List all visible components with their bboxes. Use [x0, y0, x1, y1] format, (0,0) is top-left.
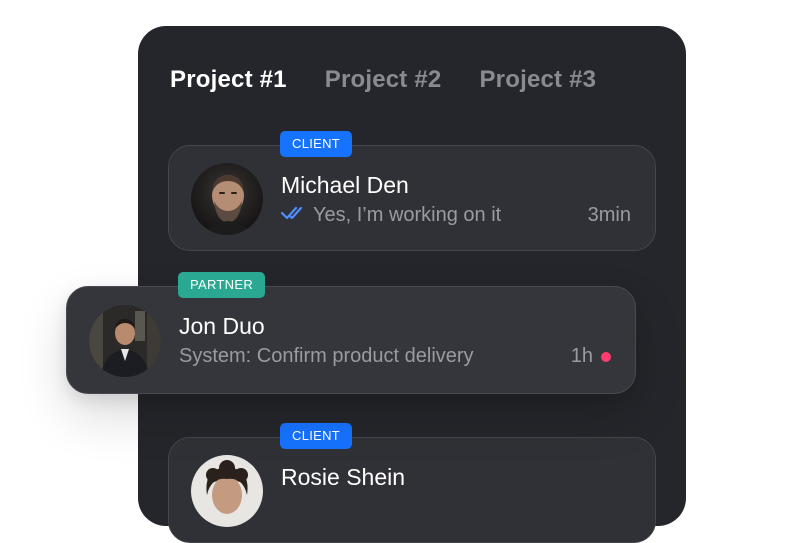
conversation-card-jon-duo[interactable]: PARTNER Jon Duo System: Confirm product …	[66, 272, 636, 394]
conversation-card-rosie-shein[interactable]: CLIENT Rosie Shein	[168, 423, 656, 543]
contact-name: Jon Duo	[179, 313, 265, 339]
time-text: 1h	[570, 345, 593, 367]
tab-project-1[interactable]: Project #1	[170, 66, 287, 94]
contact-name: Michael Den	[281, 172, 409, 198]
message-text: System: Confirm product delivery	[179, 345, 474, 367]
client-badge: CLIENT	[280, 423, 353, 449]
client-badge: CLIENT	[280, 131, 353, 157]
message-time: 3min	[588, 204, 631, 227]
time-text: 3min	[587, 204, 631, 226]
message-time: 1h	[571, 345, 611, 368]
last-message: Yes, I’m working on it	[280, 204, 502, 227]
last-message: System: Confirm product delivery	[179, 345, 474, 368]
tab-project-3[interactable]: Project #3	[479, 66, 596, 94]
unread-dot	[601, 351, 611, 362]
tab-project-2[interactable]: Project #2	[325, 66, 442, 94]
partner-badge: PARTNER	[178, 272, 266, 298]
conversation-card-michael-den[interactable]: CLIENT Michael Den Yes, I’m working on i…	[168, 131, 656, 251]
avatar	[89, 305, 161, 377]
message-text: Yes, I’m working on it	[313, 204, 502, 226]
avatar	[191, 455, 263, 527]
project-tabs: Project #1 Project #2 Project #3	[170, 66, 596, 94]
contact-name: Rosie Shein	[281, 464, 406, 490]
avatar	[191, 163, 263, 235]
double-check-icon	[280, 204, 307, 227]
